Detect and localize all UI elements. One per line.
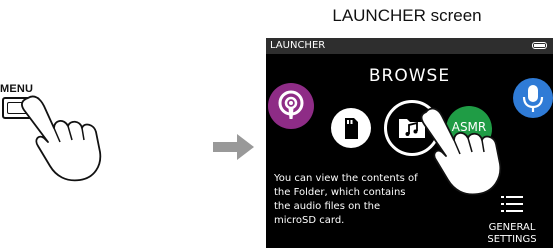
status-bar: LAUNCHER — [266, 38, 553, 54]
sd-card-icon — [345, 118, 358, 139]
pointing-hand-icon — [420, 107, 502, 196]
device-screen: LAUNCHER BROWSE ASMR You can view the co… — [266, 38, 553, 248]
general-settings-label[interactable]: GENERAL SETTINGS — [471, 222, 553, 246]
screen-caption: LAUNCHER screen — [332, 6, 482, 25]
sd-card-button[interactable] — [331, 108, 371, 148]
podcast-button[interactable] — [268, 83, 314, 129]
status-title: LAUNCHER — [270, 40, 326, 51]
microphone-icon — [522, 85, 544, 112]
general-settings-line: SETTINGS — [487, 234, 537, 245]
microphone-button[interactable] — [513, 78, 553, 118]
general-settings-line: GENERAL — [488, 222, 536, 233]
arrow-right-icon — [213, 134, 254, 160]
battery-icon — [532, 42, 547, 49]
description-line: microSD card. — [274, 215, 345, 226]
pointing-hand-icon — [21, 95, 102, 182]
podcast-icon — [278, 90, 304, 119]
